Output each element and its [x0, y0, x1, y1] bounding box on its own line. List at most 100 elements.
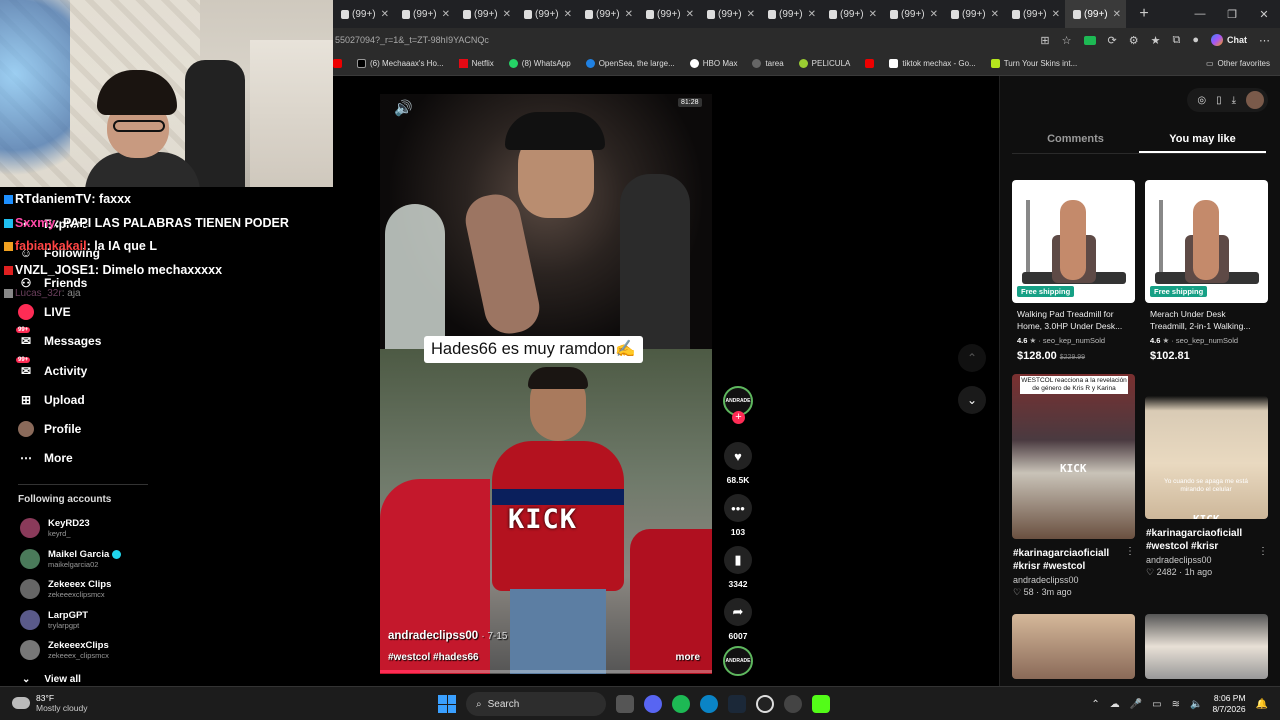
browser-tab[interactable]: (99+) ✕: [638, 0, 699, 28]
chevron-up-icon[interactable]: ⌃: [958, 344, 986, 372]
close-icon[interactable]: ✕: [930, 9, 938, 20]
profile-icon[interactable]: ●: [1192, 34, 1199, 46]
cloud-sync-icon[interactable]: ☁: [1110, 699, 1120, 710]
sidebar-item-messages[interactable]: ✉ 99+ Messages: [16, 327, 101, 349]
sidebar-item-profile[interactable]: Profile: [18, 421, 81, 438]
bookmark-item[interactable]: (8) WhatsApp: [508, 59, 571, 68]
browser-tab[interactable]: (99+) ✕: [1065, 0, 1126, 28]
tab-comments[interactable]: Comments: [1012, 128, 1139, 153]
recommended-video[interactable]: [1145, 614, 1268, 679]
bookmark-item[interactable]: Netflix: [458, 59, 494, 68]
more-options-icon[interactable]: ⋮: [1125, 546, 1135, 557]
product-card[interactable]: Free shipping Walking Pad Treadmill for H…: [1012, 180, 1135, 362]
taskbar-search[interactable]: ⌕ Search: [466, 692, 606, 716]
windows-start-icon[interactable]: [438, 695, 456, 713]
view-all-button[interactable]: ⌄ View all: [22, 674, 81, 685]
browser-tab[interactable]: (99+) ✕: [394, 0, 455, 28]
browser-menu-icon[interactable]: ⋯: [1259, 34, 1270, 47]
bookmark-item[interactable]: tarea: [752, 59, 784, 68]
copilot-chat-button[interactable]: Chat: [1211, 34, 1247, 46]
clock[interactable]: 8:06 PM 8/7/2026: [1212, 693, 1245, 715]
close-window-icon[interactable]: ✕: [1248, 8, 1280, 21]
browser-tab[interactable]: (99+) ✕: [760, 0, 821, 28]
follow-button[interactable]: +: [732, 411, 745, 424]
close-icon[interactable]: ✕: [381, 9, 389, 20]
recommended-video[interactable]: [1012, 614, 1135, 679]
kick-icon[interactable]: [812, 695, 830, 713]
close-icon[interactable]: ✕: [1052, 9, 1060, 20]
bookmark-item[interactable]: Turn Your Skins int...: [990, 59, 1077, 68]
weather-widget[interactable]: 83°F Mostly cloudy: [12, 693, 88, 713]
other-favorites[interactable]: ▭ Other favorites: [1206, 59, 1270, 68]
sidebar-item-upload[interactable]: ⊞ Upload: [18, 392, 85, 408]
bookmark-item[interactable]: HBO Max: [689, 59, 737, 68]
product-card[interactable]: Free shipping Merach Under Desk Treadmill…: [1145, 180, 1268, 362]
steam-icon[interactable]: [728, 695, 746, 713]
followed-account[interactable]: ZekeeexClips zekeeex_clipsmcx: [20, 640, 109, 660]
followed-account[interactable]: LarpGPT trylarpgpt: [20, 609, 88, 630]
followed-account[interactable]: KeyRD23 keyrd_: [20, 518, 90, 538]
browser-tab[interactable]: (99+) ✕: [1004, 0, 1065, 28]
close-icon[interactable]: ✕: [1113, 9, 1121, 20]
spotify-icon[interactable]: [672, 695, 690, 713]
video-hashtags[interactable]: #westcol #hades66: [388, 652, 479, 663]
minimize-icon[interactable]: —: [1184, 8, 1216, 20]
close-icon[interactable]: ✕: [869, 9, 877, 20]
bookmark-item[interactable]: OpenSea, the large...: [585, 59, 675, 68]
volume-icon[interactable]: 🔊: [394, 99, 413, 117]
video-author[interactable]: andradeclipss00 · 7-15: [388, 630, 507, 642]
browser-tab[interactable]: (99+) ✕: [821, 0, 882, 28]
phone-icon[interactable]: ▯: [1216, 95, 1222, 106]
recommended-video[interactable]: WESTCOL reacciona a la revelación de gén…: [1012, 374, 1135, 598]
chevron-up-icon[interactable]: ⌃: [1091, 699, 1099, 710]
obs-icon[interactable]: [756, 695, 774, 713]
favorites-icon[interactable]: ★: [1151, 34, 1161, 47]
close-icon[interactable]: ✕: [747, 9, 755, 20]
refresh-icon[interactable]: ⟳: [1108, 34, 1117, 47]
sidebar-item-activity[interactable]: ✉ 99+ Activity: [16, 356, 87, 379]
heart-icon[interactable]: ♥: [724, 442, 752, 470]
compass-icon[interactable]: ◎: [1197, 95, 1206, 106]
video-player[interactable]: KICK Hades66 es muy ramdon✍️ andradeclip…: [380, 94, 712, 674]
close-icon[interactable]: ✕: [991, 9, 999, 20]
bookmark-item[interactable]: (6) Mechaaax's Ho...: [357, 59, 444, 68]
speaker-icon[interactable]: 🔈: [1190, 699, 1202, 710]
close-icon[interactable]: ✕: [442, 9, 450, 20]
comment-icon[interactable]: •••: [724, 494, 752, 522]
more-button[interactable]: more: [676, 652, 700, 663]
followed-account[interactable]: Maikel Garcia maikelgarcia02: [20, 548, 122, 569]
download-icon[interactable]: ⤓: [1232, 95, 1236, 106]
more-options-icon[interactable]: ⋮: [1258, 546, 1268, 557]
discord-icon[interactable]: [644, 695, 662, 713]
extensions-icon[interactable]: ⚙: [1129, 34, 1139, 47]
favorite-star-icon[interactable]: ☆: [1062, 34, 1072, 47]
chevron-down-icon[interactable]: ⌄: [958, 386, 986, 414]
settings-icon[interactable]: [784, 695, 802, 713]
browser-tab[interactable]: (99+) ✕: [943, 0, 1004, 28]
close-icon[interactable]: ✕: [808, 9, 816, 20]
browser-tab[interactable]: (99+) ✕: [333, 0, 394, 28]
browser-tab[interactable]: (99+) ✕: [882, 0, 943, 28]
close-icon[interactable]: ✕: [503, 9, 511, 20]
url-field[interactable]: 55027094?_r=1&_t=ZT-98hI9YACNQc: [333, 35, 1040, 45]
bookmark-item[interactable]: [865, 59, 875, 68]
bookmark-item[interactable]: tiktok mechax - Go...: [889, 59, 976, 68]
tab-you-may-like[interactable]: You may like: [1139, 128, 1266, 153]
new-tab-button[interactable]: +: [1132, 5, 1156, 23]
bookmark-icon[interactable]: ▮: [724, 546, 752, 574]
share-icon[interactable]: ➦: [724, 598, 752, 626]
app-available-icon[interactable]: ⊞: [1040, 34, 1049, 47]
video-progress-bar[interactable]: [380, 670, 712, 673]
sidebar-item-live[interactable]: LIVE: [18, 303, 71, 320]
monitor-icon[interactable]: ▭: [1152, 699, 1161, 710]
browser-tab[interactable]: (99+) ✕: [516, 0, 577, 28]
file-explorer-icon[interactable]: [616, 695, 634, 713]
browser-tab[interactable]: (99+) ✕: [455, 0, 516, 28]
microphone-icon[interactable]: 🎤: [1130, 699, 1142, 710]
sidebar-item-more[interactable]: ⋯ More: [18, 450, 73, 466]
user-avatar[interactable]: [1246, 91, 1264, 109]
browser-tab[interactable]: (99+) ✕: [577, 0, 638, 28]
sound-disc[interactable]: ANDRADE: [723, 646, 753, 676]
edge-icon[interactable]: [700, 695, 718, 713]
restore-icon[interactable]: ❐: [1216, 8, 1248, 21]
